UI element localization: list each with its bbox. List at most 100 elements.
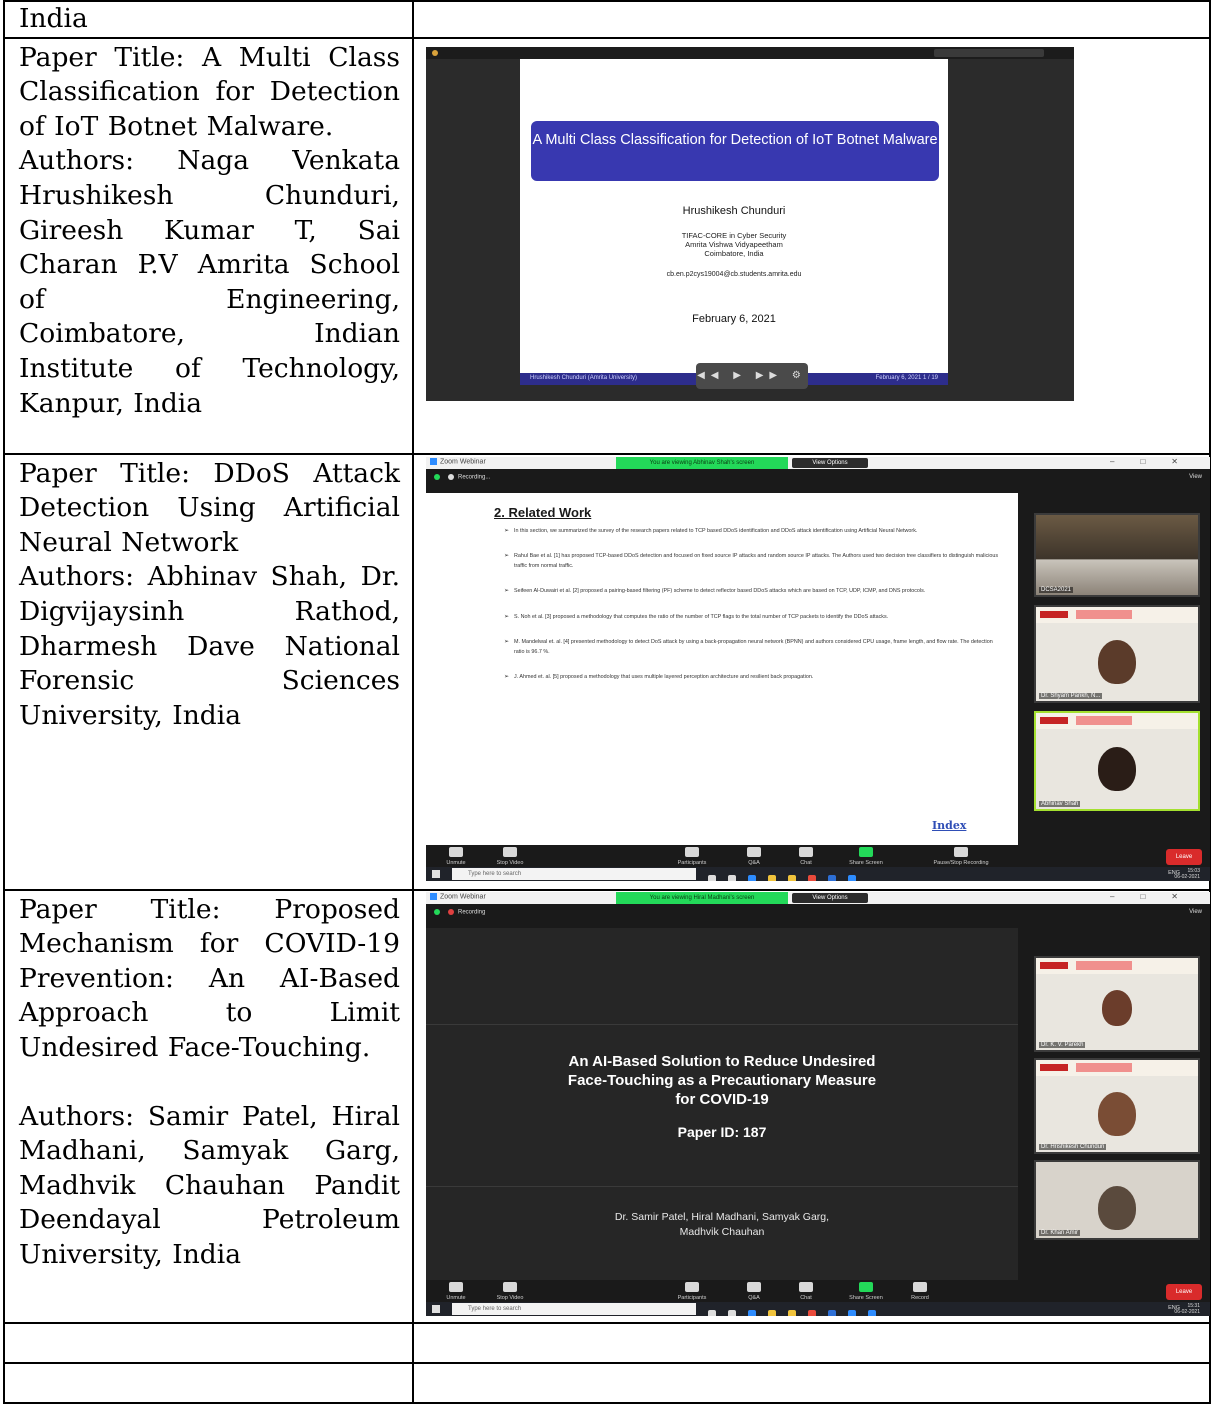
zoom-logo-icon xyxy=(430,892,437,900)
video-panel: DCSA2021 Dr. Shyam Parikh, N... Abhinav … xyxy=(1024,493,1210,845)
zoom-control-bar: Unmute Stop Video Participants Q&A Chat … xyxy=(426,844,1210,869)
shared-slide: 2. Related Work In this section, we summ… xyxy=(426,492,1018,845)
recording-indicator: Recording xyxy=(434,908,485,915)
unmute-button[interactable]: Unmute xyxy=(428,846,484,866)
list-item: M. Mandelwal et. al. [4] presented metho… xyxy=(504,638,1004,657)
video-tile-active[interactable]: Abhinav Shah xyxy=(1034,710,1200,811)
viewer-top-bar xyxy=(426,46,1074,59)
chat-button[interactable]: Chat xyxy=(778,1281,834,1301)
taskbar-apps[interactable] xyxy=(708,870,868,881)
participants-button[interactable]: Participants xyxy=(664,1281,720,1301)
qa-button[interactable]: Q&A xyxy=(726,1281,782,1301)
paper-title: Paper Title: Proposed Mechanism for COVI… xyxy=(19,893,400,1063)
text-cell: Paper Title: A Multi Class Classificatio… xyxy=(3,36,414,455)
list-item: Seifeen Al-Duwairi et al. [2] proposed a… xyxy=(504,587,1004,597)
paper-authors: Authors: Naga Venkata Hrushikesh Chundur… xyxy=(19,145,400,419)
windows-taskbar: Type here to search ENG 15:31 06-02-2021 xyxy=(426,1301,1210,1316)
list-item: S. Noh et al. [3] proposed a methodology… xyxy=(504,613,1004,623)
record-button[interactable]: Record xyxy=(892,1281,948,1301)
paper-title: Paper Title: DDoS Attack Detection Using… xyxy=(19,457,400,558)
title-slide: A Multi Class Classification for Detecti… xyxy=(520,58,948,385)
image-cell: Zoom Webinar –□✕ You are viewing Abhinav… xyxy=(412,452,1211,891)
table-row xyxy=(3,1361,1211,1404)
player-controls[interactable]: ◀◀ ▶ ▶▶ ⚙ xyxy=(696,362,808,389)
windows-start-icon[interactable] xyxy=(432,1304,440,1313)
image-cell xyxy=(412,0,1211,39)
presentation-screenshot: A Multi Class Classification for Detecti… xyxy=(426,46,1074,401)
participants-button[interactable]: Participants xyxy=(664,846,720,866)
table-row xyxy=(3,1321,1211,1364)
qa-button[interactable]: Q&A xyxy=(726,846,782,866)
slide-email: cb.en.p2cys19004@cb.students.amrita.edu xyxy=(666,270,802,278)
paper-id: Paper ID: 187 xyxy=(677,1123,767,1140)
pause-recording-button[interactable]: Pause/Stop Recording xyxy=(916,846,1006,866)
shared-slide: An AI-Based Solution to Reduce Undesired… xyxy=(426,927,1018,1280)
recording-dot-icon xyxy=(432,49,438,56)
empty-cell xyxy=(412,1321,1211,1364)
slide-authors: Dr. Samir Patel, Hiral Madhani, Samyak G… xyxy=(614,1210,830,1238)
zoom-screenshot: Zoom Webinar –□✕ You are viewing Abhinav… xyxy=(426,456,1210,881)
slide-title: An AI-Based Solution to Reduce Undesired… xyxy=(567,1052,877,1108)
zoom-window-title: Zoom Webinar xyxy=(430,892,486,900)
video-tile[interactable]: Dr. Khan Amir xyxy=(1034,1159,1200,1240)
unmute-button[interactable]: Unmute xyxy=(428,1281,484,1301)
share-screen-button[interactable]: Share Screen xyxy=(838,1281,894,1301)
index-link[interactable]: Index xyxy=(932,819,966,832)
image-cell: A Multi Class Classification for Detecti… xyxy=(412,36,1211,455)
text-cell: Paper Title: DDoS Attack Detection Using… xyxy=(3,452,414,891)
document-table: India Paper Title: A Multi Class Classif… xyxy=(3,0,1211,1404)
paper-authors: Authors: Samir Patel, Hiral Madhani, Sam… xyxy=(19,1100,400,1270)
zoom-logo-icon xyxy=(430,457,437,465)
view-options-button[interactable]: View Options xyxy=(792,457,868,468)
zoom-screenshot: Zoom Webinar –□✕ You are viewing Hiral M… xyxy=(426,891,1210,1316)
leave-button[interactable]: Leave xyxy=(1166,848,1202,865)
empty-cell xyxy=(3,1361,414,1404)
video-tile[interactable]: Dr. K. V. Parekh xyxy=(1034,955,1200,1052)
empty-cell xyxy=(412,1361,1211,1404)
chat-button[interactable]: Chat xyxy=(778,846,834,866)
cell-text: India xyxy=(19,3,88,34)
image-cell: Zoom Webinar –□✕ You are viewing Hiral M… xyxy=(412,888,1211,1324)
taskbar-clock: 15:31 06-02-2021 xyxy=(1174,1302,1200,1315)
view-button[interactable]: View xyxy=(1189,909,1202,915)
view-button[interactable]: View xyxy=(1189,474,1202,480)
taskbar-clock: 15:03 06-02-2021 xyxy=(1174,867,1200,880)
shield-icon xyxy=(434,473,440,480)
slide-affiliation: TIFAC-CORE in Cyber Security Amrita Vish… xyxy=(681,230,787,258)
slide-author: Hrushikesh Chunduri xyxy=(682,204,786,217)
record-icon xyxy=(448,908,454,915)
sharing-banner: You are viewing Hiral Madhani's screen xyxy=(616,891,788,904)
stop-video-button[interactable]: Stop Video xyxy=(482,1281,538,1301)
windows-start-icon[interactable] xyxy=(432,869,440,878)
video-panel: Dr. K. V. Parekh Dr. Hrishikesh Chunduri… xyxy=(1024,928,1210,1280)
leave-button[interactable]: Leave xyxy=(1166,1283,1202,1300)
zoom-window-title: Zoom Webinar xyxy=(430,457,486,465)
shield-icon xyxy=(434,908,440,915)
slide-title: 2. Related Work xyxy=(494,504,592,520)
table-row: Paper Title: DDoS Attack Detection Using… xyxy=(3,452,1211,891)
taskbar-search[interactable]: Type here to search xyxy=(452,867,696,880)
window-controls[interactable]: –□✕ xyxy=(1110,892,1204,901)
windows-taskbar: Type here to search ENG 15:03 06-02-2021 xyxy=(426,866,1210,881)
list-item: Rahul Bae et al. [1] has proposed TCP-ba… xyxy=(504,552,1004,571)
slide-date: February 6, 2021 xyxy=(692,312,776,325)
window-controls[interactable]: –□✕ xyxy=(1110,457,1204,466)
recording-indicator: Recording... xyxy=(434,473,490,480)
stop-video-button[interactable]: Stop Video xyxy=(482,846,538,866)
table-row: Paper Title: A Multi Class Classificatio… xyxy=(3,36,1211,455)
sharing-banner: You are viewing Abhinav Shah's screen xyxy=(616,456,788,469)
view-options-button[interactable]: View Options xyxy=(792,892,868,903)
record-icon xyxy=(448,473,454,480)
bullet-list: In this section, we summarized the surve… xyxy=(504,527,1004,699)
taskbar-search[interactable]: Type here to search xyxy=(452,1302,696,1315)
video-tile[interactable]: DCSA2021 xyxy=(1034,512,1200,597)
video-tile[interactable]: Dr. Hrishikesh Chunduri xyxy=(1034,1057,1200,1154)
taskbar-apps[interactable] xyxy=(708,1305,888,1316)
video-tile[interactable]: Dr. Shyam Parikh, N... xyxy=(1034,604,1200,703)
text-cell: India xyxy=(3,0,414,39)
zoom-control-bar: Unmute Stop Video Participants Q&A Chat … xyxy=(426,1279,1210,1304)
share-screen-button[interactable]: Share Screen xyxy=(838,846,894,866)
empty-cell xyxy=(3,1321,414,1364)
table-row: India xyxy=(3,0,1211,39)
list-item: In this section, we summarized the surve… xyxy=(504,527,1004,537)
